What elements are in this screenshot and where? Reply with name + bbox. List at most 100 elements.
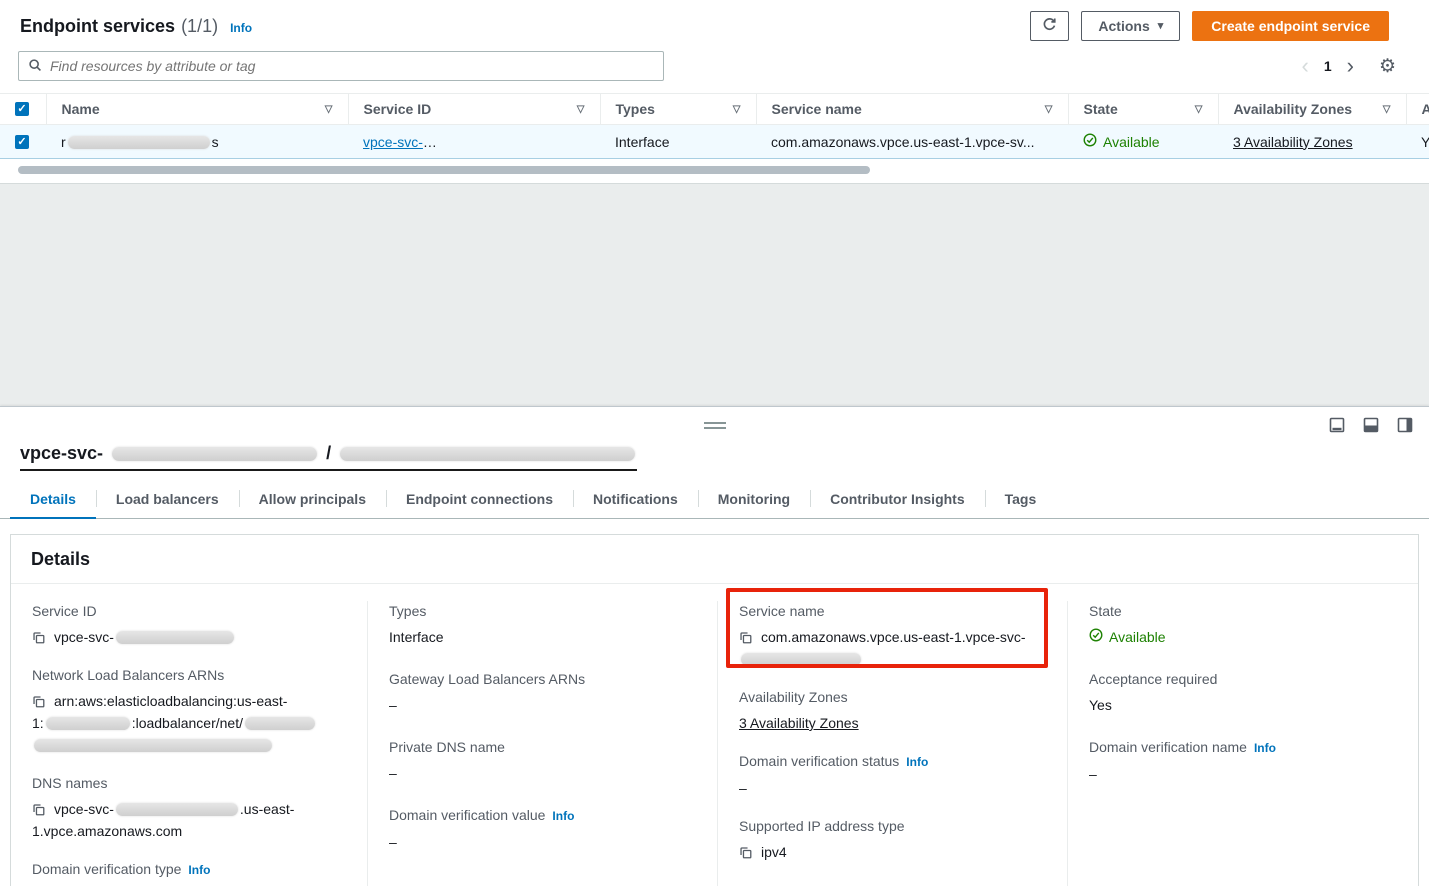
caret-down-icon: ▾ [1158,21,1164,32]
field-availability-zones: Availability Zones 3 Availability Zones [739,687,1043,734]
horizontal-scrollbar[interactable] [18,166,1411,174]
field-label: Supported IP address type [739,816,1043,836]
search-icon [28,58,42,75]
info-link[interactable]: Info [1254,741,1276,755]
field-value: com.amazonaws.vpce.us-east-1.vpce-svc- [739,626,1043,670]
tab-monitoring[interactable]: Monitoring [698,481,810,518]
copy-icon[interactable] [32,803,45,816]
details-column-4: State Available Acceptance [1067,601,1418,886]
available-status-icon [1083,133,1097,150]
cell-truncated: Y [1406,125,1429,159]
field-value: – [1089,763,1394,785]
availability-zones-link[interactable]: 3 Availability Zones [1233,134,1353,150]
field-value: ipv4 [739,841,1043,863]
field-value: Yes [1089,694,1394,716]
preferences-gear-icon[interactable]: ⚙ [1379,55,1396,78]
field-value: 3 Availability Zones [739,712,1043,734]
filter-icon[interactable]: ▽ [1383,104,1391,115]
filter-icon[interactable]: ▽ [325,104,333,115]
create-endpoint-service-button[interactable]: Create endpoint service [1192,11,1389,41]
tab-load-balancers[interactable]: Load balancers [96,481,239,518]
column-header-name[interactable]: Name▽ [46,94,348,125]
copy-icon[interactable] [32,695,45,708]
copy-icon[interactable] [32,631,45,644]
field-value: – [389,831,693,853]
refresh-icon [1042,17,1057,35]
field-label: Gateway Load Balancers ARNs [389,669,693,689]
field-domain-verification-name: Domain verification nameInfo – [1089,737,1394,785]
tab-allow-principals[interactable]: Allow principals [239,481,386,518]
search-box[interactable] [18,51,664,81]
chevron-right-icon[interactable]: › [1347,55,1354,77]
tab-endpoint-connections[interactable]: Endpoint connections [386,481,573,518]
filter-icon[interactable]: ▽ [1045,104,1053,115]
field-value: arn:aws:elasticloadbalancing:us-east- 1:… [32,690,343,756]
redacted-text [116,803,238,816]
copy-icon[interactable] [739,631,752,644]
field-value: Available [1089,626,1394,648]
tab-notifications[interactable]: Notifications [573,481,698,518]
panel-title: vpce-svc- / [0,443,1429,471]
redacted-text [34,739,272,752]
redacted-text [116,631,234,644]
search-input[interactable] [50,58,654,74]
cell-availability-zones: 3 Availability Zones [1218,125,1406,159]
details-card: Details Service ID vpce-svc- Network Loa… [10,534,1419,886]
field-value: vpce-svc-.us-east- 1.vpce.amazonaws.com [32,798,343,842]
redacted-text [741,653,861,666]
field-service-name: Service name com.amazonaws.vpce.us-east-… [739,601,1043,670]
panel-position-side-icon[interactable] [1397,417,1413,433]
copy-icon[interactable] [739,846,752,859]
column-header-service-name[interactable]: Service name▽ [756,94,1068,125]
field-label: Acceptance required [1089,669,1394,689]
info-link[interactable]: Info [906,755,928,769]
tab-tags[interactable]: Tags [985,481,1057,518]
redacted-text [245,717,315,730]
pagination: ‹ 1 › ⚙ [1302,55,1397,78]
redacted-text [68,136,210,149]
field-supported-ip-address-type: Supported IP address type ipv4 [739,816,1043,863]
tab-contributor-insights[interactable]: Contributor Insights [810,481,985,518]
detail-panel: vpce-svc- / Details Load balancers Allow… [0,406,1429,886]
table-row[interactable]: ✓ rs vpce-svc- Interface com.amazonaws.v… [0,125,1429,159]
field-value: – [389,762,693,784]
refresh-button[interactable] [1030,11,1069,41]
field-service-id: Service ID vpce-svc- [32,601,343,648]
availability-zones-link[interactable]: 3 Availability Zones [739,715,859,731]
cell-service-name: com.amazonaws.vpce.us-east-1.vpce-sv... [756,125,1068,159]
field-label: Domain verification nameInfo [1089,737,1394,758]
column-header-service-id[interactable]: Service ID▽ [348,94,600,125]
actions-button[interactable]: Actions ▾ [1081,11,1180,41]
cell-types: Interface [600,125,756,159]
panel-position-bottom-icon[interactable] [1329,417,1345,433]
info-link[interactable]: Info [552,809,574,823]
panel-drag-handle[interactable] [704,422,726,429]
filter-icon[interactable]: ▽ [1195,104,1203,115]
field-glb-arns: Gateway Load Balancers ARNs – [389,669,693,716]
scrollbar-thumb[interactable] [18,166,870,174]
field-domain-verification-status: Domain verification statusInfo – [739,751,1043,799]
info-link[interactable]: Info [230,21,252,35]
details-column-1: Service ID vpce-svc- Network Load Balanc… [11,601,367,886]
filter-icon[interactable]: ▽ [577,104,585,115]
cell-state: Available [1068,125,1218,159]
row-checkbox[interactable]: ✓ [15,135,29,149]
field-label: Private DNS name [389,737,693,757]
field-value: – [739,777,1043,799]
column-header-availability-zones[interactable]: Availability Zones▽ [1218,94,1406,125]
panel-position-split-icon[interactable] [1363,417,1379,433]
field-label: Domain verification valueInfo [389,805,693,826]
chevron-left-icon[interactable]: ‹ [1302,55,1309,77]
column-header-truncated[interactable]: A [1406,94,1429,125]
field-label: State [1089,601,1394,621]
page-number[interactable]: 1 [1324,58,1332,74]
filter-icon[interactable]: ▽ [733,104,741,115]
tab-details[interactable]: Details [10,481,96,519]
select-all-checkbox[interactable]: ✓ [15,102,29,116]
column-header-types[interactable]: Types▽ [600,94,756,125]
column-header-state[interactable]: State▽ [1068,94,1218,125]
info-link[interactable]: Info [188,863,210,877]
field-private-dns-name: Private DNS name – [389,737,693,784]
field-label: Network Load Balancers ARNs [32,665,343,685]
service-id-link[interactable]: vpce-svc- [363,134,595,150]
